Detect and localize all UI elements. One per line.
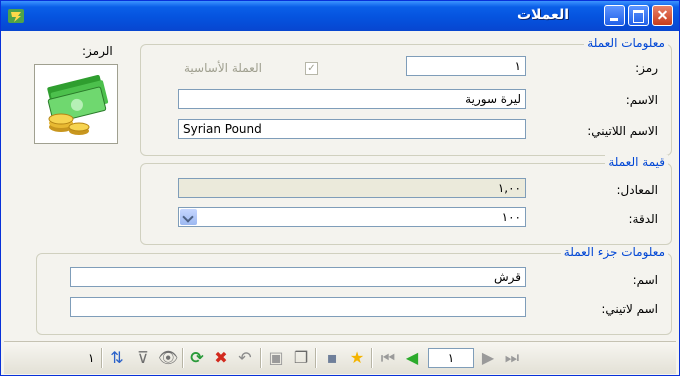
precision-combobox[interactable]: ١٠٠ [178, 207, 526, 227]
precision-label: الدقة: [628, 212, 658, 226]
minimize-button[interactable] [604, 5, 625, 26]
sub-latin-name-input[interactable] [70, 297, 526, 317]
next-record-icon[interactable]: ▶ [478, 348, 498, 368]
filter-icon[interactable]: ⊽ [133, 348, 153, 368]
sort-icon[interactable]: ⇅ [107, 348, 127, 368]
window-title: العملات [516, 7, 569, 23]
record-number-input[interactable] [428, 348, 474, 368]
refresh-icon[interactable]: ⟳ [187, 348, 207, 368]
last-record-icon[interactable]: ⏭ [502, 348, 522, 368]
currency-value-group [140, 163, 672, 245]
sub-name-input[interactable] [70, 267, 526, 287]
view-icon[interactable]: 👁 [158, 348, 178, 368]
copy-icon[interactable]: ❐ [291, 348, 311, 368]
first-record-icon[interactable]: ⏮ [378, 348, 398, 368]
rate-input[interactable] [178, 178, 526, 198]
delete-icon[interactable]: ✖ [211, 348, 231, 368]
precision-value: ١٠٠ [501, 210, 521, 224]
sub-currency-group [36, 253, 672, 335]
code-label: رمز: [635, 61, 658, 75]
latin-name-label: الاسم اللاتيني: [587, 124, 658, 138]
form-content: الرمز: معلومات العملة رمز: العملة الأسا [4, 31, 676, 341]
latin-name-input[interactable] [178, 119, 526, 139]
code-input[interactable] [406, 56, 526, 76]
currencies-window: العملات الرمز: معلومات العملة رمز: ١ الع… [0, 0, 680, 376]
undo-icon[interactable]: ↶ [235, 348, 255, 368]
base-currency-checkbox[interactable]: ✓ [305, 62, 318, 75]
currency-info-legend: معلومات العملة [584, 36, 668, 50]
sub-latin-name-label: اسم لاتيني: [601, 302, 658, 316]
close-button[interactable] [652, 5, 673, 26]
app-icon [8, 9, 24, 23]
favorite-icon[interactable]: ★ [347, 348, 367, 368]
sub-currency-legend: معلومات جزء العملة [560, 245, 668, 259]
title-bar[interactable]: العملات [1, 1, 679, 31]
currency-symbol-image[interactable] [34, 64, 118, 144]
name-label: الاسم: [625, 93, 658, 107]
chevron-down-icon[interactable] [180, 209, 197, 225]
rate-label: المعادل: [616, 183, 658, 197]
sub-name-label: اسم: [632, 273, 658, 287]
prev-record-icon[interactable]: ◀ [402, 348, 422, 368]
maximize-button[interactable] [628, 5, 649, 26]
currency-value-legend: قيمة العملة [605, 155, 668, 169]
symbol-label: الرمز: [82, 44, 113, 58]
record-count: ١ [88, 351, 95, 365]
money-icon [47, 75, 109, 135]
base-currency-label: العملة الأساسية [184, 61, 262, 75]
name-input[interactable] [178, 89, 526, 109]
paste-icon[interactable]: ▣ [266, 348, 286, 368]
navigation-toolbar: ١ ⇅ ⊽ 👁 ⟳ ✖ ↶ ▣ ❐ ▪ ★ ⏮ ◀ ▶ ⏭ [4, 341, 676, 374]
save-icon[interactable]: ▪ [322, 348, 342, 368]
